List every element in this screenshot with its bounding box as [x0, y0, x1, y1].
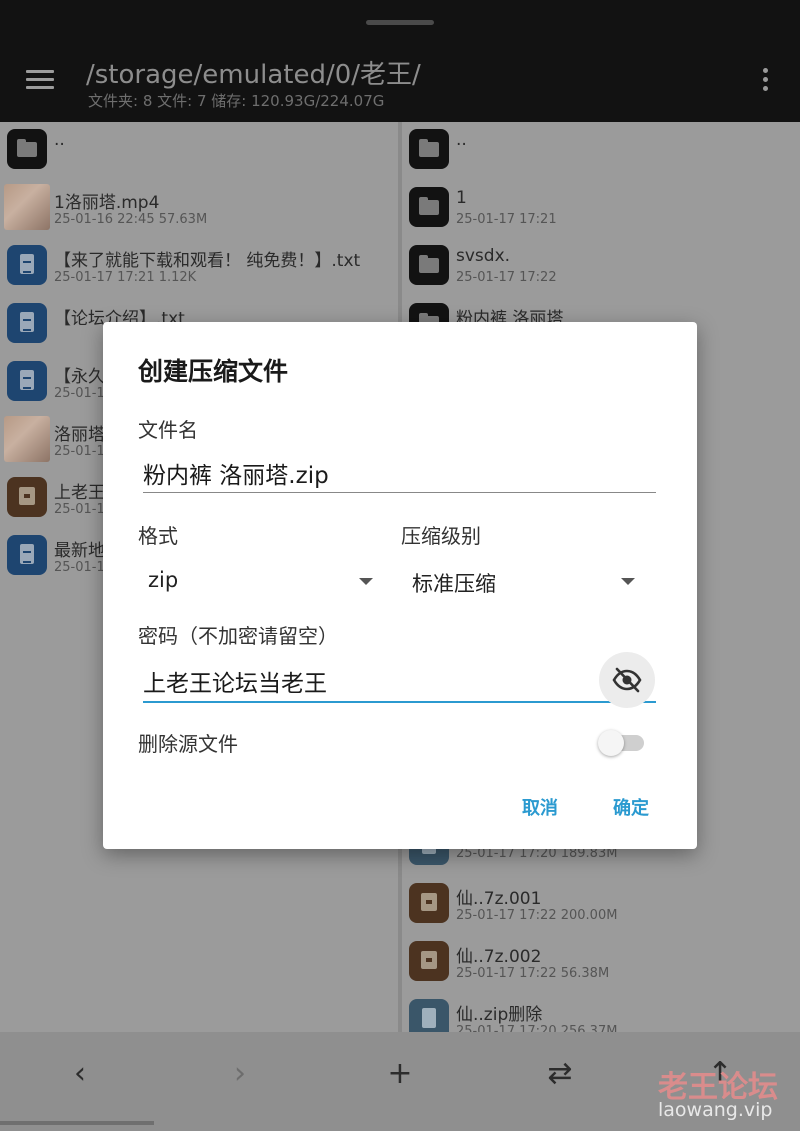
back-icon[interactable]: ‹	[60, 1054, 100, 1094]
filename-underline	[143, 492, 656, 493]
drag-handle[interactable]	[366, 20, 434, 25]
file-meta: 25-01-17 17:20 256.37M	[456, 1024, 618, 1032]
file-meta: 25-01-17 17:21 1.12K	[54, 270, 197, 285]
file-name: 仙..7z.001	[456, 889, 542, 909]
list-item[interactable]: 【来了就能下载和观看！ 纯免费！】.txt 25-01-17 17:21 1.1…	[0, 238, 398, 296]
cancel-button[interactable]: 取消	[522, 794, 558, 820]
list-item[interactable]: 1 25-01-17 17:21	[402, 180, 800, 238]
more-options-icon[interactable]	[758, 66, 772, 96]
document-icon	[7, 361, 47, 401]
list-item[interactable]: 仙..7z.001 25-01-17 17:22 200.00M	[402, 876, 800, 934]
video-thumbnail	[4, 416, 50, 462]
filename-input[interactable]: 粉内裤 洛丽塔.zip	[143, 456, 656, 490]
file-name: 洛丽塔	[54, 425, 105, 445]
file-meta: 25-01-16 22:45 57.63M	[54, 212, 208, 227]
document-icon	[7, 303, 47, 343]
current-path: /storage/emulated/0/老王/	[86, 60, 421, 90]
list-item[interactable]: ..	[0, 122, 398, 180]
document-icon	[7, 535, 47, 575]
file-name: ..	[456, 130, 467, 150]
file-meta: 25-01-1	[54, 444, 105, 459]
password-underline	[143, 701, 656, 703]
compression-level-label: 压缩级别	[401, 524, 481, 548]
menu-icon[interactable]	[26, 70, 56, 92]
folder-icon	[409, 187, 449, 227]
archive-icon	[7, 477, 47, 517]
dialog-title: 创建压缩文件	[138, 357, 289, 386]
archive-icon	[409, 883, 449, 923]
chevron-down-icon[interactable]	[359, 578, 373, 585]
password-input[interactable]: 上老王论坛当老王	[143, 664, 656, 698]
create-archive-dialog: 创建压缩文件 文件名 粉内裤 洛丽塔.zip 格式 压缩级别 zip 标准压缩 …	[103, 322, 697, 849]
storage-summary: 文件夹: 8 文件: 7 储存: 120.93G/224.07G	[88, 92, 385, 110]
folder-icon	[409, 245, 449, 285]
list-item[interactable]: 仙..7z.002 25-01-17 17:22 56.38M	[402, 934, 800, 992]
folder-icon	[7, 129, 47, 169]
app-bar: /storage/emulated/0/老王/ 文件夹: 8 文件: 7 储存:…	[0, 0, 800, 122]
list-item[interactable]: svsdx. 25-01-17 17:22	[402, 238, 800, 296]
list-item[interactable]: 仙..zip删除 25-01-17 17:20 256.37M	[402, 992, 800, 1032]
filename-label: 文件名	[138, 418, 198, 442]
chevron-down-icon[interactable]	[621, 578, 635, 585]
swap-panes-icon[interactable]: ⇄	[540, 1054, 580, 1094]
toggle-password-visibility-button[interactable]	[599, 652, 655, 708]
folder-icon	[409, 129, 449, 169]
zip-icon	[409, 999, 449, 1032]
list-item[interactable]: ..	[402, 122, 800, 180]
file-name: 仙..7z.002	[456, 947, 542, 967]
confirm-button[interactable]: 确定	[613, 794, 649, 820]
file-meta: 25-01-17 17:21	[456, 212, 557, 227]
file-name: 1洛丽塔.mp4	[54, 193, 160, 213]
add-icon[interactable]: +	[380, 1054, 420, 1094]
compression-level-select[interactable]: 标准压缩	[412, 568, 496, 598]
file-name: ..	[54, 130, 65, 150]
file-meta: 25-01-1	[54, 502, 105, 517]
delete-source-switch[interactable]	[598, 728, 646, 756]
file-name: 仙..zip删除	[456, 1005, 543, 1025]
delete-source-label: 删除源文件	[138, 732, 238, 756]
archive-icon	[409, 941, 449, 981]
format-select[interactable]: zip	[148, 568, 178, 592]
gesture-bar	[0, 1121, 154, 1125]
eye-off-icon	[612, 667, 642, 693]
file-meta: 25-01-17 17:22 200.00M	[456, 908, 618, 923]
file-meta: 25-01-1	[54, 560, 105, 575]
switch-knob	[598, 730, 624, 756]
file-name: 上老王	[54, 483, 105, 503]
forward-icon[interactable]: ›	[220, 1054, 260, 1094]
file-meta: 25-01-17 17:22 56.38M	[456, 966, 610, 981]
watermark-url: laowang.vip	[658, 1099, 773, 1121]
file-name: 最新地	[54, 541, 105, 561]
video-thumbnail	[4, 184, 50, 230]
password-label: 密码（不加密请留空）	[138, 624, 338, 648]
file-meta: 25-01-17 17:22	[456, 270, 557, 285]
list-item[interactable]: 1洛丽塔.mp4 25-01-16 22:45 57.63M	[0, 180, 398, 238]
file-name: svsdx.	[456, 246, 511, 266]
file-name: 【来了就能下载和观看！ 纯免费！】.txt	[54, 251, 361, 271]
file-name: 1	[456, 188, 467, 208]
file-meta: 25-01-1	[54, 386, 105, 401]
format-label: 格式	[138, 524, 178, 548]
document-icon	[7, 245, 47, 285]
